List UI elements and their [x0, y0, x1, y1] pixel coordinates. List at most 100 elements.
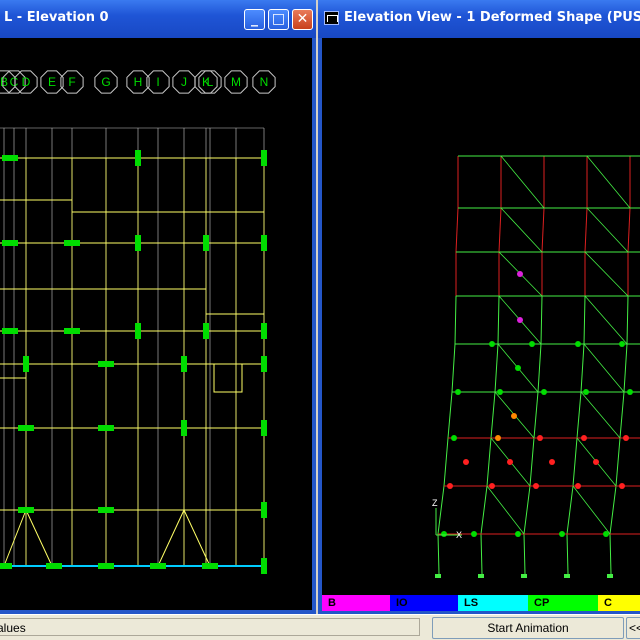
beam-hinge: [2, 328, 18, 334]
minimize-button[interactable]: _: [244, 9, 265, 30]
deformed-shape-window[interactable]: Elevation View - 1 Deformed Shape (PUSHX…: [318, 0, 640, 614]
column-hinge: [261, 502, 267, 518]
window-title-right: Elevation View - 1 Deformed Shape (PUSHX…: [344, 10, 640, 25]
plastic-hinge: [471, 531, 477, 537]
plastic-hinge: [603, 531, 609, 537]
plastic-hinge: [549, 459, 555, 465]
status-text: alues: [0, 618, 420, 636]
plastic-hinge: [575, 341, 581, 347]
column-hinge: [135, 235, 141, 251]
deformed-column: [615, 437, 621, 487]
plastic-hinge: [451, 435, 457, 441]
deformed-brace: [500, 155, 545, 209]
deformed-column: [447, 391, 453, 439]
plastic-hinge: [489, 341, 495, 347]
plastic-hinge: [537, 435, 543, 441]
plastic-hinge: [575, 483, 581, 489]
hinge-legend: B IO LS CP C: [322, 595, 640, 613]
deformed-column: [490, 391, 496, 439]
brace: [157, 509, 185, 567]
plastic-hinge: [497, 389, 503, 395]
previous-step-button[interactable]: <<: [626, 617, 640, 639]
plastic-hinge: [619, 341, 625, 347]
grid-label: E: [48, 75, 56, 89]
plastic-hinge: [495, 435, 501, 441]
maximize-button[interactable]: □: [268, 9, 289, 30]
deformed-column: [523, 485, 531, 535]
beam-hinge: [64, 240, 80, 246]
grid-label: I: [156, 75, 159, 89]
deformed-brace: [584, 295, 628, 345]
plastic-hinge: [619, 483, 625, 489]
deformed-brace: [586, 155, 631, 209]
z-axis-label: Z: [432, 498, 438, 508]
deformed-shape-drawing: ZX: [432, 155, 640, 578]
plastic-hinge: [517, 271, 523, 277]
plastic-hinge: [447, 483, 453, 489]
deformed-column: [626, 295, 629, 345]
deformed-column: [437, 533, 440, 575]
elevation-canvas-left[interactable]: BCDEFGHIJKLMN: [0, 38, 312, 610]
deformed-column: [572, 437, 578, 487]
beam-hinge: [18, 425, 34, 431]
grid-label: C: [10, 75, 19, 89]
beam-hinge: [98, 563, 114, 569]
column-hinge: [261, 235, 267, 251]
plastic-hinge: [627, 389, 633, 395]
grid-label: G: [101, 75, 110, 89]
x-axis-label: X: [456, 530, 462, 540]
plastic-hinge: [489, 483, 495, 489]
deformed-column: [455, 207, 459, 253]
elevation-drawing-left: B C D E F G H I J KL M N: [0, 70, 276, 574]
window-title-left: L - Elevation 0: [4, 10, 109, 25]
beam-hinge: [2, 155, 18, 161]
beam-hinge: [2, 240, 18, 246]
column-hinge: [261, 323, 267, 339]
grid-label: H: [134, 75, 143, 89]
deformed-column: [480, 485, 488, 535]
column-hinge: [23, 356, 29, 372]
deformed-shape-canvas[interactable]: ZX: [322, 38, 640, 610]
deformed-column: [566, 485, 574, 535]
deformed-column: [623, 343, 628, 393]
title-bar-left[interactable]: L - Elevation 0 _ □ ✕: [0, 0, 316, 38]
elevation-window-left[interactable]: L - Elevation 0 _ □ ✕ BCDEFGHIJKLMN: [0, 0, 316, 614]
column-hinge: [135, 323, 141, 339]
plastic-hinge: [533, 483, 539, 489]
column-base: [478, 574, 484, 578]
grid-label: F: [68, 75, 75, 89]
deformed-column: [584, 207, 588, 253]
deformed-column: [443, 437, 449, 487]
deformed-brace: [580, 391, 621, 439]
column-hinge: [261, 420, 267, 436]
column-hinge: [261, 356, 267, 372]
start-animation-button[interactable]: Start Animation: [432, 617, 624, 639]
plastic-hinge: [581, 435, 587, 441]
title-bar-right[interactable]: Elevation View - 1 Deformed Shape (PUSHX…: [318, 0, 640, 38]
status-bar: alues Start Animation <<: [0, 614, 640, 640]
deformed-column: [537, 343, 542, 393]
deformed-brace: [486, 485, 525, 535]
deformed-column: [498, 207, 502, 253]
deformed-column: [609, 485, 617, 535]
legend-item-b: B: [322, 595, 390, 611]
column-hinge: [181, 356, 187, 372]
grid-label: B: [0, 75, 8, 89]
plastic-hinge: [515, 365, 521, 371]
deformed-brace: [586, 207, 629, 253]
grid-label: N: [260, 75, 269, 89]
deformed-column: [627, 207, 631, 253]
app-icon: [324, 11, 339, 25]
brace: [3, 509, 27, 567]
column-hinge: [261, 558, 267, 574]
deformed-column: [523, 533, 526, 575]
beam-hinge: [0, 563, 12, 569]
deformed-brace: [583, 343, 625, 393]
column-hinge: [135, 150, 141, 166]
column-hinge: [203, 235, 209, 251]
grid-label: D: [22, 75, 31, 89]
close-button[interactable]: ✕: [292, 9, 313, 30]
deformed-column: [541, 207, 545, 253]
deformed-brace: [584, 251, 629, 297]
deformed-brace: [572, 485, 611, 535]
